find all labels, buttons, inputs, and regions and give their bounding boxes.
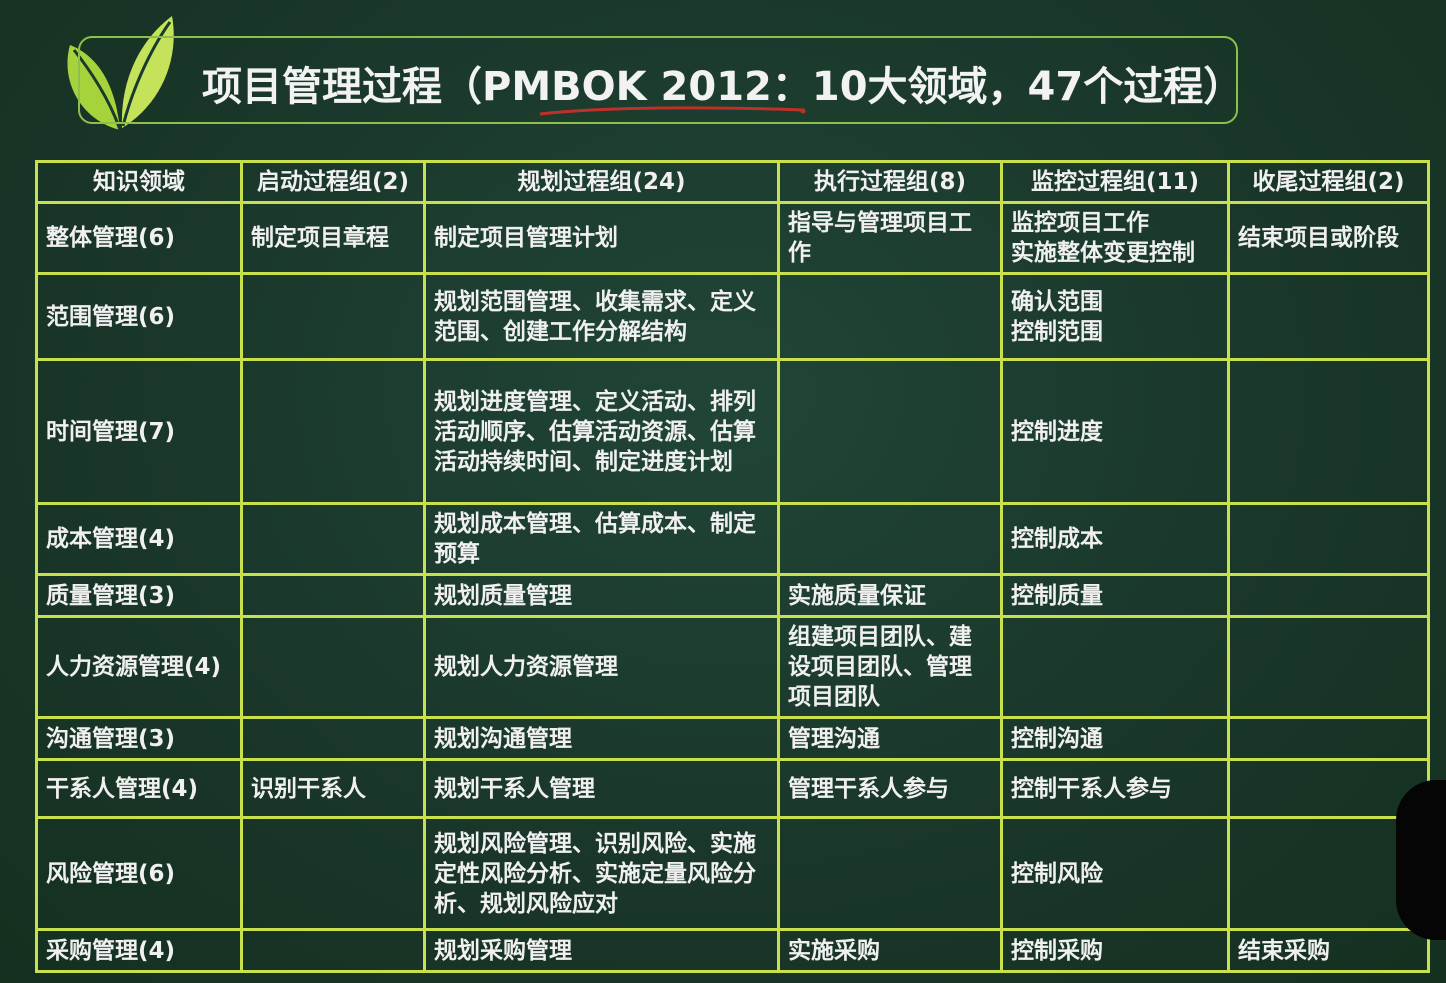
table-cell-executing <box>777 816 1003 931</box>
column-header: 知识领域 <box>35 160 243 204</box>
table-header-row: 知识领域 启动过程组(2) 规划过程组(24) 执行过程组(8) 监控过程组(11) 收尾… <box>35 160 1430 204</box>
table-cell-executing: 指导与管理项目工作 <box>777 201 1003 275</box>
table-cell-area: 整体管理(6) <box>35 201 243 275</box>
table-cell-planning: 规划沟通管理 <box>423 716 780 761</box>
table-cell-closing: 结束项目或阶段 <box>1227 201 1430 275</box>
table-cell-initiating <box>240 358 426 505</box>
table-cell-closing <box>1227 716 1430 761</box>
column-header: 启动过程组(2) <box>240 160 426 204</box>
table-cell-initiating <box>240 816 426 931</box>
table-row: 时间管理(7) 规划进度管理、定义活动、排列活动顺序、估算活动资源、估算活动持续时… <box>35 358 1430 505</box>
table-cell-executing: 实施质量保证 <box>777 573 1003 618</box>
table-cell-planning: 规划范围管理、收集需求、定义范围、创建工作分解结构 <box>423 272 780 361</box>
column-header: 监控过程组(11) <box>1000 160 1230 204</box>
process-table: 知识领域 启动过程组(2) 规划过程组(24) 执行过程组(8) 监控过程组(11) 收尾… <box>35 160 1430 973</box>
table-cell-monitoring <box>1000 615 1230 719</box>
table-row: 范围管理(6) 规划范围管理、收集需求、定义范围、创建工作分解结构 确认范围 控制范围 <box>35 272 1430 361</box>
table-cell-planning: 规划干系人管理 <box>423 758 780 819</box>
table-cell-closing: 结束采购 <box>1227 928 1430 973</box>
table-cell-initiating <box>240 272 426 361</box>
table-cell-monitoring: 控制采购 <box>1000 928 1230 973</box>
table-cell-closing <box>1227 573 1430 618</box>
presenter-silhouette <box>1396 780 1446 940</box>
table-cell-planning: 规划成本管理、估算成本、制定预算 <box>423 502 780 576</box>
table-cell-monitoring: 控制质量 <box>1000 573 1230 618</box>
table-cell-executing: 组建项目团队、建设项目团队、管理项目团队 <box>777 615 1003 719</box>
table-cell-planning: 规划人力资源管理 <box>423 615 780 719</box>
table-cell-area: 人力资源管理(4) <box>35 615 243 719</box>
table-cell-initiating <box>240 928 426 973</box>
table-row: 风险管理(6) 规划风险管理、识别风险、实施定性风险分析、实施定量风险分析、规划风… <box>35 816 1430 931</box>
table-cell-initiating <box>240 502 426 576</box>
column-header: 收尾过程组(2) <box>1227 160 1430 204</box>
table-cell-monitoring: 控制风险 <box>1000 816 1230 931</box>
table-body: 整体管理(6) 制定项目章程 制定项目管理计划 指导与管理项目工作 监控项目工作 实施整体… <box>35 201 1430 973</box>
red-underline-annotation <box>539 106 806 116</box>
table-cell-area: 成本管理(4) <box>35 502 243 576</box>
table-row: 沟通管理(3) 规划沟通管理 管理沟通 控制沟通 <box>35 716 1430 761</box>
column-header: 执行过程组(8) <box>777 160 1003 204</box>
table-cell-closing <box>1227 502 1430 576</box>
table-cell-monitoring: 监控项目工作 实施整体变更控制 <box>1000 201 1230 275</box>
table-row: 质量管理(3) 规划质量管理 实施质量保证 控制质量 <box>35 573 1430 618</box>
table-row: 整体管理(6) 制定项目章程 制定项目管理计划 指导与管理项目工作 监控项目工作 实施整体… <box>35 201 1430 275</box>
table-cell-executing <box>777 358 1003 505</box>
table-cell-initiating <box>240 573 426 618</box>
table-cell-area: 沟通管理(3) <box>35 716 243 761</box>
table-cell-planning: 规划风险管理、识别风险、实施定性风险分析、实施定量风险分析、规划风险应对 <box>423 816 780 931</box>
table-cell-closing <box>1227 615 1430 719</box>
table-cell-planning: 制定项目管理计划 <box>423 201 780 275</box>
table-cell-area: 风险管理(6) <box>35 816 243 931</box>
table-cell-initiating: 制定项目章程 <box>240 201 426 275</box>
table-cell-closing <box>1227 358 1430 505</box>
table-cell-initiating: 识别干系人 <box>240 758 426 819</box>
table-cell-planning: 规划进度管理、定义活动、排列活动顺序、估算活动资源、估算活动持续时间、制定进度计… <box>423 358 780 505</box>
table-cell-monitoring: 控制干系人参与 <box>1000 758 1230 819</box>
table-row: 采购管理(4) 规划采购管理 实施采购 控制采购 结束采购 <box>35 928 1430 973</box>
table-cell-executing <box>777 272 1003 361</box>
table-cell-planning: 规划质量管理 <box>423 573 780 618</box>
table-row: 成本管理(4) 规划成本管理、估算成本、制定预算 控制成本 <box>35 502 1430 576</box>
table-cell-area: 时间管理(7) <box>35 358 243 505</box>
table-cell-monitoring: 控制进度 <box>1000 358 1230 505</box>
column-header: 规划过程组(24) <box>423 160 780 204</box>
table-cell-area: 质量管理(3) <box>35 573 243 618</box>
table-cell-executing: 管理干系人参与 <box>777 758 1003 819</box>
table-cell-monitoring: 确认范围 控制范围 <box>1000 272 1230 361</box>
table-cell-monitoring: 控制成本 <box>1000 502 1230 576</box>
table-cell-executing <box>777 502 1003 576</box>
table-cell-closing <box>1227 272 1430 361</box>
table-row: 人力资源管理(4) 规划人力资源管理 组建项目团队、建设项目团队、管理项目团队 <box>35 615 1430 719</box>
table-cell-initiating <box>240 716 426 761</box>
table-cell-area: 采购管理(4) <box>35 928 243 973</box>
table-cell-area: 范围管理(6) <box>35 272 243 361</box>
table-cell-planning: 规划采购管理 <box>423 928 780 973</box>
table-cell-monitoring: 控制沟通 <box>1000 716 1230 761</box>
table-cell-area: 干系人管理(4) <box>35 758 243 819</box>
table-cell-executing: 管理沟通 <box>777 716 1003 761</box>
table-cell-executing: 实施采购 <box>777 928 1003 973</box>
table-cell-initiating <box>240 615 426 719</box>
table-row: 干系人管理(4) 识别干系人 规划干系人管理 管理干系人参与 控制干系人参与 <box>35 758 1430 819</box>
